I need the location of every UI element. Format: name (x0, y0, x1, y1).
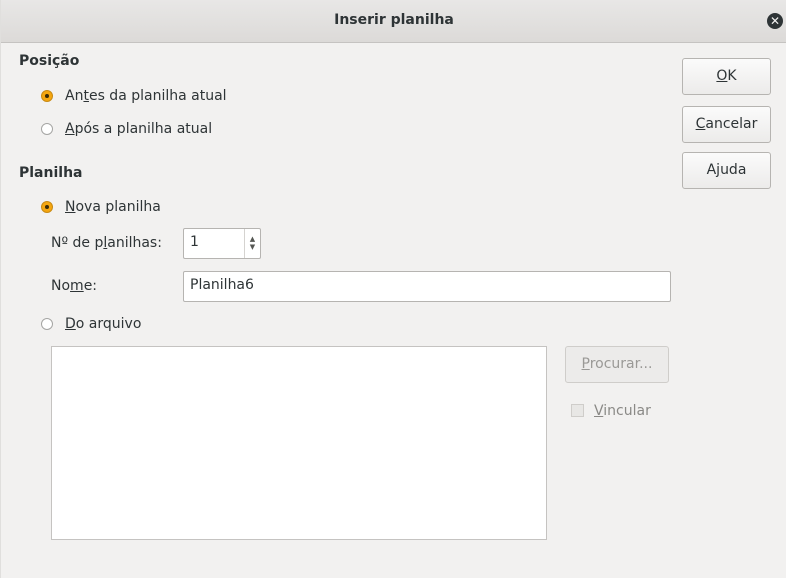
spin-arrows[interactable]: ▲ ▼ (244, 229, 260, 258)
sheet-count-stepper[interactable]: 1 ▲ ▼ (183, 228, 261, 259)
spin-down-icon[interactable]: ▼ (245, 243, 260, 251)
position-heading: Posição (19, 53, 80, 69)
browse-button[interactable]: Procurar... (565, 346, 669, 383)
radio-from-file[interactable]: Do arquivo (41, 316, 141, 332)
sheet-name-input[interactable]: Planilha6 (183, 271, 671, 302)
radio-new-sheet[interactable]: Nova planilha (41, 199, 161, 215)
radio-button-checked[interactable] (41, 201, 53, 213)
radio-new-sheet-label: Nova planilha (65, 199, 161, 215)
radio-button-unchecked[interactable] (41, 318, 53, 330)
sheet-count-value: 1 (190, 234, 199, 250)
link-checkbox[interactable] (571, 404, 584, 417)
cancel-button[interactable]: Cancelar (682, 106, 771, 143)
dialog-title: Inserir planilha (334, 12, 454, 28)
title-bar[interactable]: Inserir planilha ✕ (1, 0, 786, 43)
close-icon[interactable]: ✕ (767, 13, 783, 29)
radio-after-label: Após a planilha atual (65, 121, 213, 137)
spin-up-icon[interactable]: ▲ (245, 235, 260, 243)
radio-before-current-sheet[interactable]: Antes da planilha atual (41, 88, 227, 104)
radio-before-label: Antes da planilha atual (65, 88, 227, 104)
link-checkbox-label: Vincular (594, 403, 651, 419)
file-sheet-list[interactable] (51, 346, 547, 540)
sheet-name-label: Nome: (51, 278, 98, 294)
sheet-heading: Planilha (19, 165, 83, 181)
radio-after-current-sheet[interactable]: Após a planilha atual (41, 121, 212, 137)
sheet-name-value: Planilha6 (190, 277, 254, 293)
sheet-count-label: Nº de planilhas: (51, 235, 162, 251)
insert-sheet-dialog: Inserir planilha ✕ Posição Antes da plan… (0, 0, 786, 578)
radio-button-unchecked[interactable] (41, 123, 53, 135)
radio-from-file-label: Do arquivo (65, 316, 142, 332)
ok-button[interactable]: OK (682, 58, 771, 95)
radio-button-checked[interactable] (41, 90, 53, 102)
help-button[interactable]: Ajuda (682, 152, 771, 189)
